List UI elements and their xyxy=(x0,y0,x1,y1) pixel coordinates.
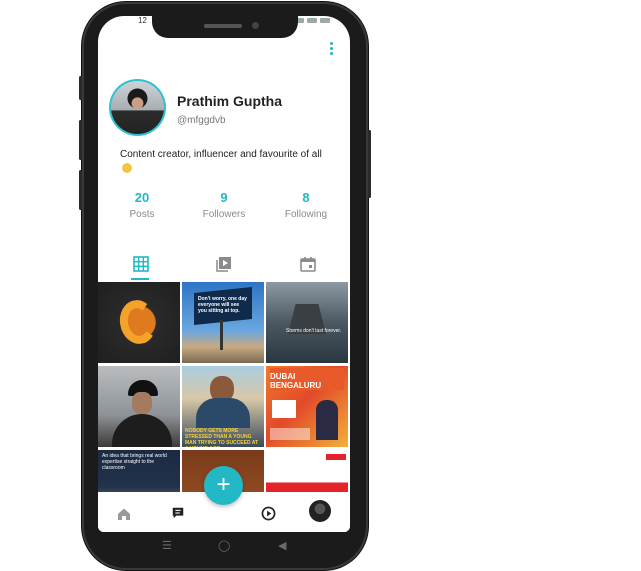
post-thumbnail[interactable] xyxy=(98,366,180,447)
profile-handle: @mfggdvb xyxy=(177,115,226,126)
status-icons xyxy=(294,18,330,23)
notch xyxy=(152,16,298,38)
phone-frame: 12 Prathim Guptha @mfggdvb Content creat… xyxy=(79,2,371,570)
video-library-icon[interactable] xyxy=(214,254,234,274)
hugging-emoji-icon xyxy=(122,163,132,173)
home-icon[interactable] xyxy=(116,506,132,522)
play-icon[interactable] xyxy=(261,506,276,521)
status-time: 12 xyxy=(138,16,147,25)
profile-avatar[interactable] xyxy=(309,500,331,522)
post-thumbnail[interactable]: DUBAI BENGALURU xyxy=(266,366,348,447)
profile-name: Prathim Guptha xyxy=(177,93,283,109)
back-icon[interactable]: ◀ xyxy=(278,539,286,552)
profile-avatar[interactable] xyxy=(109,79,166,136)
volume-up-button xyxy=(79,76,82,100)
power-button xyxy=(368,130,371,198)
post-thumbnail[interactable]: Don't worry, one day everyone will see y… xyxy=(182,282,264,363)
volume-down-button xyxy=(79,120,82,160)
stat-followers[interactable]: 9 Followers xyxy=(184,190,264,220)
system-navigation: ☰ ◯ ◀ xyxy=(98,533,350,559)
app-screen: 12 Prathim Guptha @mfggdvb Content creat… xyxy=(98,16,350,532)
post-thumbnail[interactable]: Storms don't last forever. xyxy=(266,282,348,363)
add-post-button[interactable]: + xyxy=(204,466,243,505)
stat-posts[interactable]: 20 Posts xyxy=(102,190,182,220)
home-system-icon[interactable]: ◯ xyxy=(218,539,230,552)
mute-switch xyxy=(79,170,82,210)
post-thumbnail[interactable]: NOBODY GETS MORE STRESSED THAN A YOUNG M… xyxy=(182,366,264,447)
active-tab-indicator xyxy=(131,278,149,280)
chat-icon[interactable] xyxy=(171,506,185,520)
more-options-icon[interactable] xyxy=(330,42,334,57)
recents-icon[interactable]: ☰ xyxy=(162,539,172,552)
profile-bio: Content creator, influencer and favourit… xyxy=(120,147,330,177)
grid-icon[interactable] xyxy=(131,254,151,274)
calendar-icon[interactable] xyxy=(298,254,318,274)
post-thumbnail[interactable] xyxy=(98,282,180,363)
posts-grid: Don't worry, one day everyone will see y… xyxy=(98,282,350,531)
profile-stats: 20 Posts 9 Followers 8 Following xyxy=(98,190,350,230)
stat-following[interactable]: 8 Following xyxy=(266,190,346,220)
